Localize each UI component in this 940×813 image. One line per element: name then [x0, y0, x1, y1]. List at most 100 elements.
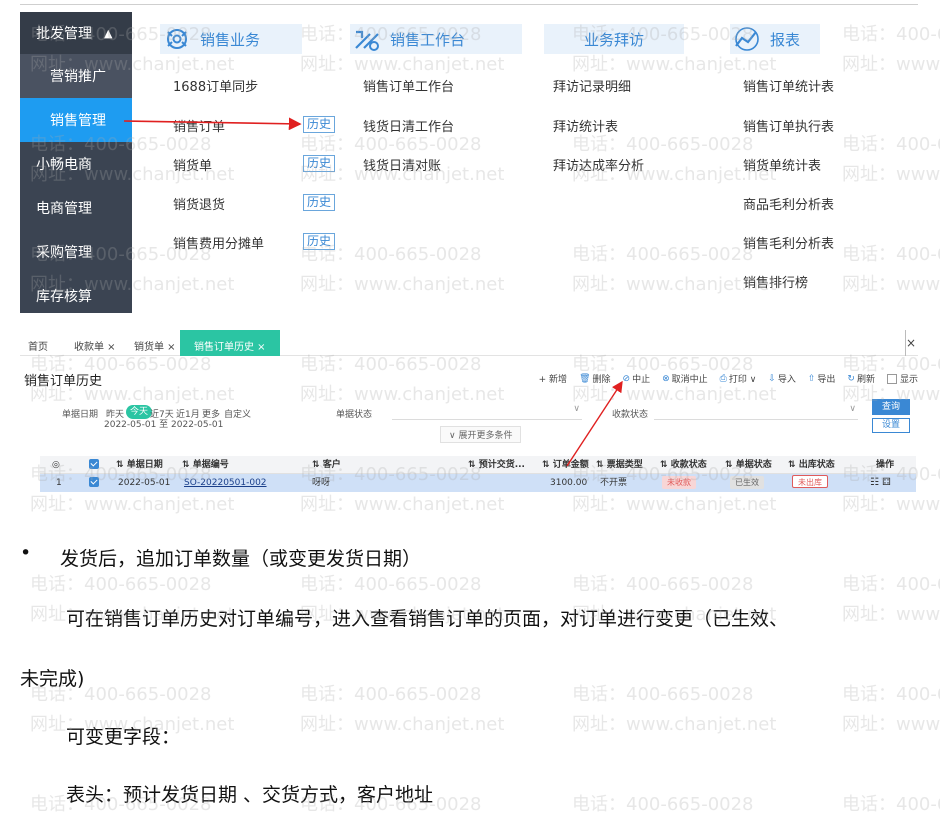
- menu-link-order-stats-report[interactable]: 销售订单统计表: [743, 76, 834, 95]
- menu-link-visit-stats[interactable]: 拜访统计表: [553, 116, 618, 135]
- suspend-button[interactable]: ⊘ 中止: [623, 372, 651, 386]
- export-button[interactable]: ⇧ 导出: [808, 372, 836, 386]
- show-checkbox[interactable]: [886, 373, 897, 384]
- chevron-down-icon: ∨: [849, 404, 856, 414]
- settings-button[interactable]: 设置: [872, 418, 910, 433]
- col-amount-header[interactable]: ⇅ 订单金额: [542, 456, 589, 474]
- cancel-suspend-button[interactable]: ⊗ 取消中止: [662, 372, 708, 386]
- tools-icon: [355, 30, 379, 51]
- history-tag-sales-delivery[interactable]: 历史: [303, 155, 336, 172]
- row-out-status: 未出库: [792, 474, 828, 492]
- menu-link-sales-return[interactable]: 销货退货: [173, 194, 225, 213]
- doc-status-select[interactable]: ∨: [392, 402, 582, 420]
- row-pay-status: 未收款: [662, 474, 696, 492]
- col-pay-label: 收款状态: [670, 460, 707, 470]
- doc-bullet: •: [20, 542, 32, 564]
- col-date-header[interactable]: ⇅ 单据日期: [116, 456, 163, 474]
- watermark-text: 网址：www.chanjet.net: [842, 54, 940, 75]
- menu-link-sales-delivery[interactable]: 销货单: [173, 155, 212, 174]
- query-button[interactable]: 查询: [872, 399, 910, 415]
- gear-flower-icon: [167, 29, 187, 49]
- col-ticket-label: 票据类型: [606, 460, 643, 470]
- import-icon: ⇩: [768, 373, 776, 384]
- close-icon[interactable]: ×: [906, 336, 916, 350]
- col-status-header[interactable]: ⇅ 单据状态: [725, 456, 772, 474]
- select-all-checkbox[interactable]: [89, 456, 99, 474]
- col-no-header[interactable]: ⇅ 单据编号: [182, 456, 229, 474]
- col-out-header[interactable]: ⇅ 出库状态: [788, 456, 835, 474]
- export-button-label: 导出: [817, 375, 836, 385]
- table-header: ◎ ⇅ 单据日期 ⇅ 单据编号 ⇅ 客户 ⇅ 预计交货... ⇅ 订单金额 ⇅ …: [40, 456, 916, 474]
- sidebar-item-label: 采购管理: [36, 245, 92, 261]
- tab-receipt[interactable]: 收款单 ×: [74, 338, 116, 353]
- menu-link-daily-workbench[interactable]: 钱货日清工作台: [363, 116, 454, 135]
- menu-link-goods-margin-report[interactable]: 商品毛利分析表: [743, 194, 834, 213]
- col-date-label: 单据日期: [126, 460, 163, 470]
- tab-home[interactable]: 首页: [28, 338, 48, 353]
- watermark-text: 网址：www.chanjet.net: [300, 274, 505, 295]
- print-button[interactable]: ⎙ 打印 ∨: [720, 372, 757, 386]
- watermark-text: 电话：400-665-0028: [572, 684, 754, 705]
- sidebar-header[interactable]: 批发管理 ▲: [20, 12, 132, 54]
- sidebar-item-ecommerce[interactable]: 电商管理: [20, 186, 132, 230]
- quick-custom[interactable]: 自定义: [224, 407, 251, 420]
- menu-link-1688-sync[interactable]: 1688订单同步: [173, 76, 258, 95]
- col-ticket-header[interactable]: ⇅ 票据类型: [596, 456, 643, 474]
- tab-bar: 首页 收款单 × 销货单 × 销售订单历史 × ×: [20, 330, 918, 356]
- show-toggle[interactable]: 显示: [886, 372, 918, 385]
- receipt-status-select[interactable]: ∨: [654, 402, 858, 420]
- col-no-label: 单据编号: [192, 460, 229, 470]
- sidebar-item-label: 小畅电商: [36, 157, 92, 173]
- checkbox-checked: [89, 458, 99, 469]
- row-ops-icons[interactable]: ☷ ⚃: [870, 474, 891, 492]
- col-status-label: 单据状态: [735, 460, 772, 470]
- doc-status-badge: 已生效: [730, 476, 764, 489]
- sales-order-history-window: 首页 收款单 × 销货单 × 销售订单历史 × × 销售订单历史 + 新增 🗑 删…: [20, 330, 918, 516]
- import-button[interactable]: ⇩ 导入: [768, 372, 796, 386]
- menu-link-sales-ranking[interactable]: 销售排行榜: [743, 272, 808, 291]
- col-eta-header[interactable]: ⇅ 预计交货...: [468, 456, 525, 474]
- menu-link-daily-reconcile[interactable]: 钱货日清对账: [363, 155, 441, 174]
- col-pay-header[interactable]: ⇅ 收款状态: [660, 456, 707, 474]
- col-ops-header: 操作: [876, 460, 895, 470]
- col-out-label: 出库状态: [798, 460, 835, 470]
- date-range-value: 2022-05-01 至 2022-05-01: [104, 420, 224, 430]
- row-order-no-link[interactable]: SO-20220501-002: [184, 474, 267, 492]
- expand-conditions-button[interactable]: ∨ 展开更多条件: [440, 426, 522, 443]
- menu-link-expense-allocation[interactable]: 销售费用分摊单: [173, 233, 264, 252]
- history-tag-sales-return[interactable]: 历史: [303, 194, 336, 211]
- trash-icon: 🗑: [579, 373, 591, 384]
- sidebar-item-sales[interactable]: 销售管理: [20, 98, 132, 142]
- order-table: ◎ ⇅ 单据日期 ⇅ 单据编号 ⇅ 客户 ⇅ 预计交货... ⇅ 订单金额 ⇅ …: [40, 456, 916, 492]
- add-button[interactable]: + 新增: [539, 372, 567, 385]
- history-tag-sales-order[interactable]: 历史: [303, 116, 336, 133]
- row-checkbox[interactable]: [89, 474, 99, 492]
- tab-order-history[interactable]: 销售订单历史 ×: [180, 330, 280, 356]
- sidebar-item-purchase[interactable]: 采购管理: [20, 230, 132, 274]
- tab-delivery[interactable]: 销货单 ×: [134, 338, 176, 353]
- col-eta-label: 预计交货...: [478, 460, 525, 470]
- watermark-text: 网址：www.chanjet.net: [842, 714, 940, 735]
- menu-link-visit-rate[interactable]: 拜访达成率分析: [553, 155, 644, 174]
- menu-link-sales-order[interactable]: 销售订单: [173, 116, 225, 135]
- delete-button[interactable]: 🗑 删除: [579, 372, 610, 386]
- watermark-text: 网址：www.chanjet.net: [572, 714, 777, 735]
- sidebar-item-ecommerce-xc[interactable]: 小畅电商: [20, 142, 132, 186]
- refresh-button[interactable]: ↻ 刷新: [847, 372, 875, 386]
- menu-link-visit-detail[interactable]: 拜访记录明细: [553, 76, 631, 95]
- sidebar-item-label: 营销推广: [50, 69, 106, 85]
- suspend-button-label: 中止: [632, 375, 651, 385]
- sidebar-item-marketing[interactable]: 营销推广: [20, 54, 132, 98]
- row-date: 2022-05-01: [118, 478, 171, 488]
- table-row[interactable]: 1 2022-05-01 SO-20220501-002 呀呀 3100.00 …: [40, 474, 916, 492]
- col-customer-header[interactable]: ⇅ 客户: [312, 456, 341, 474]
- sidebar-item-inventory[interactable]: 库存核算: [20, 274, 132, 318]
- menu-link-sales-margin-report[interactable]: 销售毛利分析表: [743, 233, 834, 252]
- menu-link-order-workbench[interactable]: 销售订单工作台: [363, 76, 454, 95]
- menu-link-delivery-stats-report[interactable]: 销货单统计表: [743, 155, 821, 174]
- history-tag-expense-allocation[interactable]: 历史: [303, 233, 336, 250]
- watermark-text: 网址：www.chanjet.net: [842, 604, 940, 625]
- menu-col-visit: 业务拜访: [544, 24, 684, 54]
- menu-col-title: 报表: [770, 30, 801, 49]
- menu-link-order-exec-report[interactable]: 销售订单执行表: [743, 116, 834, 135]
